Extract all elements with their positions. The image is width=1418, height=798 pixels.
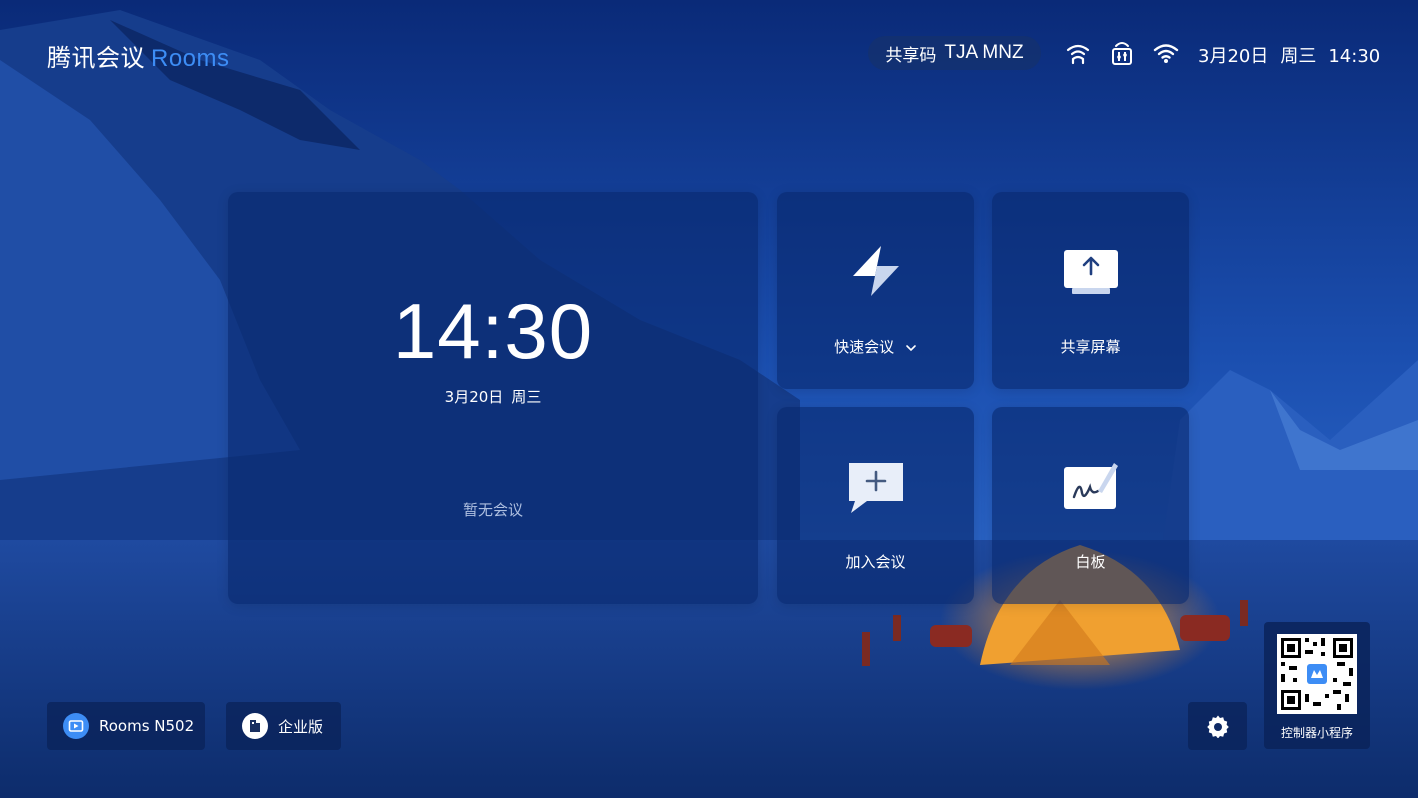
chevron-down-icon[interactable] <box>905 343 917 353</box>
app-logo: 腾讯会议 Rooms <box>47 38 230 73</box>
schedule-card: 14:30 3月20日 周三 暂无会议 <box>228 192 758 604</box>
clock-date: 3月20日 周三 <box>228 386 758 407</box>
brand-name: 腾讯会议 <box>47 44 145 72</box>
clock-weekday: 周三 <box>511 388 542 406</box>
header-datetime: 3月20日 周三 14:30 <box>1198 42 1380 68</box>
room-tv-icon <box>63 713 89 739</box>
room-name-button[interactable]: Rooms N502 <box>47 702 205 750</box>
whiteboard-label: 白板 <box>1075 553 1106 571</box>
wifi-icon[interactable] <box>1153 40 1179 66</box>
header-weekday: 周三 <box>1280 46 1317 67</box>
whiteboard-tile[interactable]: 白板 <box>992 407 1189 604</box>
join-meeting-icon <box>849 463 903 513</box>
building-icon <box>242 713 268 739</box>
clock-time: 14:30 <box>392 287 594 375</box>
share-code-label: 共享码 <box>885 45 937 66</box>
quick-meeting-label: 快速会议 <box>834 338 895 356</box>
quick-meeting-tile[interactable]: 快速会议 <box>777 192 974 389</box>
header-date: 3月20日 <box>1198 46 1269 67</box>
qr-code-image <box>1277 634 1357 714</box>
join-meeting-tile[interactable]: 加入会议 <box>777 407 974 604</box>
screen-share-icon <box>1064 250 1118 294</box>
quick-meeting-label-row: 快速会议 <box>777 336 974 357</box>
no-meeting-text: 暂无会议 <box>462 501 523 519</box>
gear-icon <box>1206 715 1229 738</box>
share-screen-tile[interactable]: 共享屏幕 <box>992 192 1189 389</box>
cast-icon[interactable] <box>1065 40 1091 66</box>
controller-qr-box[interactable]: 控制器小程序 <box>1264 622 1370 749</box>
header-time: 14:30 <box>1328 46 1381 67</box>
join-meeting-label: 加入会议 <box>845 553 906 571</box>
settings-button[interactable] <box>1188 702 1247 750</box>
edition-button[interactable]: 企业版 <box>226 702 341 750</box>
edition-label: 企业版 <box>278 717 324 736</box>
share-code-pill[interactable]: 共享码 TJA MNZ <box>868 36 1041 70</box>
lightning-icon <box>853 246 899 296</box>
controller-icon[interactable] <box>1109 40 1135 66</box>
share-code-value: TJA MNZ <box>944 42 1024 63</box>
whiteboard-icon <box>1064 463 1118 509</box>
room-name-label: Rooms N502 <box>99 717 195 735</box>
clock-date-day: 3月20日 <box>444 388 504 406</box>
share-screen-label: 共享屏幕 <box>1060 338 1121 356</box>
product-name: Rooms <box>151 45 230 72</box>
qr-label: 控制器小程序 <box>1280 726 1353 740</box>
